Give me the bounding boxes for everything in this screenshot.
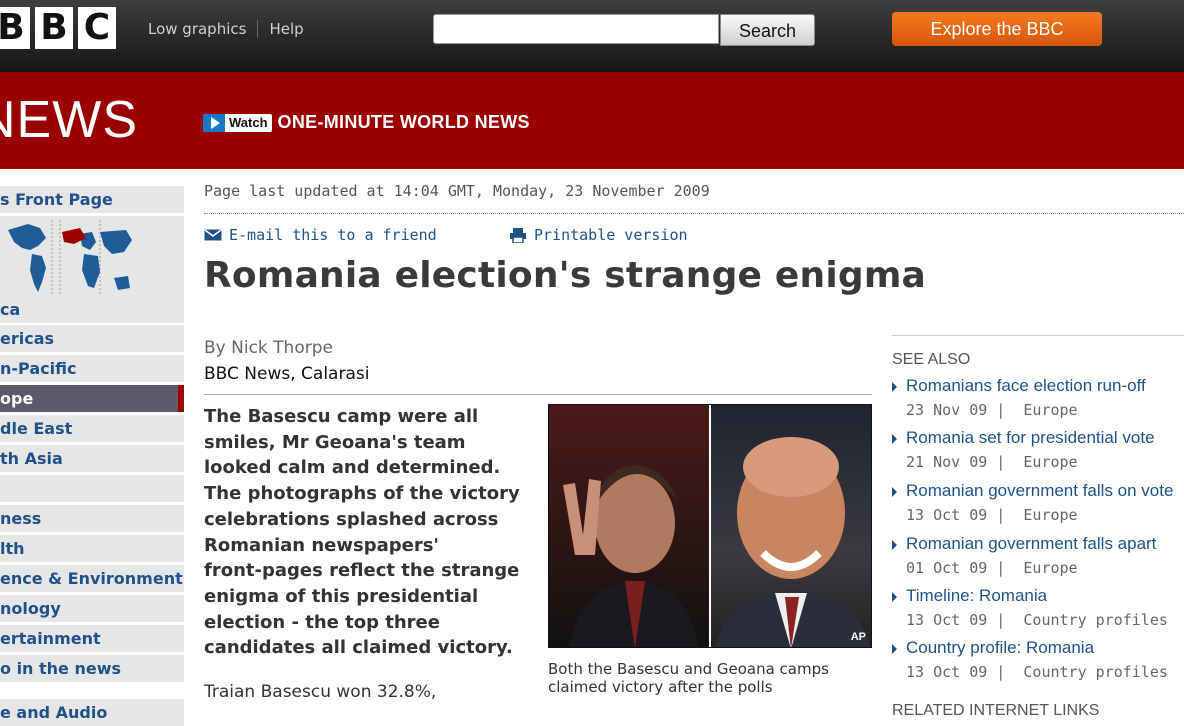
see-also-date: 13 Oct 09: [906, 506, 988, 524]
intro-line: looked calm and determined.: [204, 457, 501, 479]
byline-location: BBC News, Calarasi: [204, 364, 370, 384]
see-also-link[interactable]: Timeline: Romania: [906, 586, 1047, 606]
printable-version-label: Printable version: [534, 226, 688, 244]
intro-line: The Basescu camp were all: [204, 406, 479, 427]
logo-letter: C: [78, 7, 116, 49]
intro-line: election - the top three: [204, 611, 440, 633]
sidebar-item-americas[interactable]: ericas: [0, 325, 184, 352]
intro-line: celebrations splashed across: [204, 508, 499, 530]
low-graphics-link[interactable]: Low graphics: [148, 20, 246, 38]
photo-credit: AP: [850, 631, 866, 643]
article-headline: Romania election's strange enigma: [204, 255, 927, 296]
byline-author: By Nick Thorpe: [204, 338, 333, 358]
photo-geoana: [549, 405, 709, 647]
watch-title: ONE-MINUTE WORLD NEWS: [277, 112, 530, 132]
see-also-date: 13 Oct 09: [906, 611, 988, 629]
see-also-meta: 01 Oct 09 | Europe: [906, 559, 1078, 577]
sidebar-item-middle-east[interactable]: dle East: [0, 415, 184, 442]
arrow-right-icon: [892, 644, 897, 654]
see-also-title: SEE ALSO: [892, 351, 971, 368]
see-also-meta: 13 Oct 09 | Country profiles: [906, 611, 1168, 629]
sidebar-item-blank[interactable]: [0, 475, 184, 502]
see-also-date: 01 Oct 09: [906, 559, 988, 577]
see-also-meta: 13 Oct 09 | Country profiles: [906, 663, 1168, 681]
search-input[interactable]: [433, 14, 719, 44]
sidebar-item-africa[interactable]: ca: [0, 296, 184, 323]
sidebar-item-europe[interactable]: ope: [0, 385, 184, 412]
article-paragraph: Traian Basescu won 32.8%,: [204, 682, 437, 702]
divider: [257, 20, 259, 38]
logo-letter: B: [0, 7, 30, 49]
sidebar-item-technology[interactable]: nology: [0, 595, 184, 622]
arrow-right-icon: [892, 382, 897, 392]
arrow-right-icon: [892, 434, 897, 444]
arrow-right-icon: [892, 592, 897, 602]
intro-line: front-pages reflect the strange: [204, 560, 520, 582]
photo-caption: Both the Basescu and Geoana camps claime…: [548, 660, 829, 696]
email-friend-label: E-mail this to a friend: [229, 226, 437, 244]
arrow-right-icon: [892, 487, 897, 497]
see-also-section: Country profiles: [1023, 611, 1168, 629]
see-also-link[interactable]: Romanian government falls on vote: [906, 481, 1173, 501]
play-icon: [203, 113, 225, 132]
photo-basescu: [711, 405, 871, 647]
top-links: Low graphics Help: [148, 20, 304, 38]
sidebar-item-south-asia[interactable]: th Asia: [0, 445, 184, 472]
see-also-section: Country profiles: [1023, 663, 1168, 681]
person-icon: [715, 437, 871, 647]
divider: [204, 213, 1184, 214]
news-logo[interactable]: NEWS: [0, 90, 138, 150]
see-also-section: Europe: [1023, 506, 1078, 524]
envelope-icon: [204, 229, 222, 241]
watch-badge: Watch: [203, 113, 272, 132]
person-icon: [563, 465, 699, 647]
sidebar-item-also-in-the-news[interactable]: o in the news: [0, 655, 184, 682]
divider: [204, 394, 872, 395]
sidebar-item-science[interactable]: ence & Environment: [0, 565, 184, 592]
related-links-title: RELATED INTERNET LINKS: [892, 702, 1100, 719]
explore-bbc-button[interactable]: Explore the BBC: [892, 12, 1102, 46]
watch-one-minute-news[interactable]: Watch ONE-MINUTE WORLD NEWS: [203, 112, 530, 133]
watch-label: Watch: [229, 115, 268, 130]
printable-version-link[interactable]: Printable version: [510, 226, 688, 244]
intro-line: Romanian newspapers': [204, 534, 439, 556]
intro-line: candidates all claimed victory.: [204, 637, 513, 659]
sidebar-item-front-page[interactable]: s Front Page: [0, 186, 184, 213]
see-also-date: 21 Nov 09: [906, 453, 988, 471]
see-also-link[interactable]: Romanian government falls apart: [906, 534, 1156, 554]
article-intro: The Basescu camp were all smiles, Mr Geo…: [204, 404, 536, 661]
last-updated: Page last updated at 14:04 GMT, Monday, …: [204, 182, 710, 200]
intro-line: The photographs of the victory: [204, 483, 520, 505]
see-also-section: Europe: [1023, 559, 1078, 577]
see-also-link[interactable]: Country profile: Romania: [906, 638, 1094, 658]
email-friend-link[interactable]: E-mail this to a friend: [204, 226, 437, 244]
help-link[interactable]: Help: [269, 20, 303, 38]
see-also-meta: 23 Nov 09 | Europe: [906, 401, 1078, 419]
top-bar: B B C Low graphics Help Search Explore t…: [0, 0, 1184, 73]
sidebar-item-health[interactable]: lth: [0, 535, 184, 562]
see-also-section: Europe: [1023, 401, 1078, 419]
sidebar-item-asia-pacific[interactable]: n-Pacific: [0, 355, 184, 382]
sidebar-item-business[interactable]: ness: [0, 505, 184, 532]
article-photo: AP: [548, 404, 872, 648]
see-also-date: 23 Nov 09: [906, 401, 988, 419]
see-also-link[interactable]: Romanians face election run-off: [906, 376, 1146, 396]
see-also-meta: 13 Oct 09 | Europe: [906, 506, 1078, 524]
see-also-link[interactable]: Romania set for presidential vote: [906, 428, 1155, 448]
intro-line: smiles, Mr Geoana's team: [204, 431, 466, 453]
search-button[interactable]: Search: [720, 14, 815, 46]
arrow-right-icon: [892, 540, 897, 550]
intro-line: enigma of this presidential: [204, 585, 479, 607]
logo-letter: B: [35, 7, 73, 49]
printer-icon: [510, 227, 526, 243]
see-also-section: Europe: [1023, 453, 1078, 471]
see-also-date: 13 Oct 09: [906, 663, 988, 681]
see-also-meta: 21 Nov 09 | Europe: [906, 453, 1078, 471]
news-banner: [0, 72, 1184, 169]
divider: [892, 335, 1184, 336]
bbc-logo[interactable]: B B C: [0, 7, 116, 49]
sidebar-item-entertainment[interactable]: ertainment: [0, 625, 184, 652]
